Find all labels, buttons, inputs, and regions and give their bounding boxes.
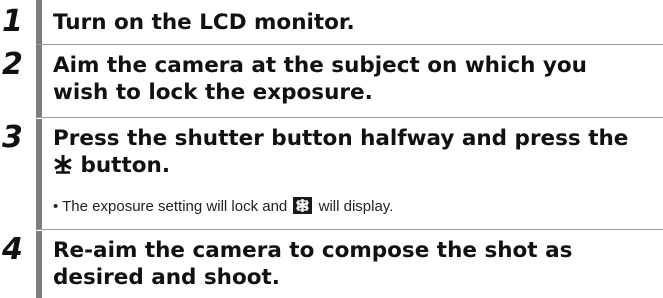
step-3: 3 Press the shutter button halfway and p…	[0, 119, 663, 230]
step-bar	[36, 119, 42, 230]
step-title-line-2: desired and shoot.	[53, 265, 280, 290]
step-number: 2	[2, 47, 23, 82]
note-text-suffix: will display.	[314, 198, 394, 215]
step-title-line-2: button.	[53, 152, 655, 181]
step-title-line-2: wish to lock the exposure.	[53, 80, 373, 105]
note-text-prefix: • The exposure setting will lock and	[53, 198, 292, 215]
step-number: 4	[2, 232, 23, 267]
step-title-line-1: Aim the camera at the subject on which y…	[53, 53, 587, 78]
step-bar	[36, 45, 42, 118]
step-number: 3	[2, 120, 23, 155]
step-bar	[36, 0, 42, 44]
step-2: 2 Aim the camera at the subject on which…	[0, 45, 663, 118]
step-1: 1 Turn on the LCD monitor.	[0, 0, 663, 45]
step-title-line-1: Re-aim the camera to compose the shot as	[53, 238, 573, 263]
step-title-suffix: button.	[73, 153, 170, 178]
step-number: 1	[2, 4, 23, 39]
step-divider	[36, 117, 663, 118]
step-4: 4 Re-aim the camera to compose the shot …	[0, 231, 663, 298]
step-note: • The exposure setting will lock and wil…	[53, 197, 655, 216]
step-divider	[36, 229, 663, 230]
ae-lock-indicator-icon	[293, 197, 313, 214]
step-title-line-1: Press the shutter button halfway and pre…	[53, 126, 629, 151]
step-bar	[36, 231, 42, 298]
asterisk-icon	[53, 154, 73, 181]
step-title: Turn on the LCD monitor.	[53, 10, 355, 35]
